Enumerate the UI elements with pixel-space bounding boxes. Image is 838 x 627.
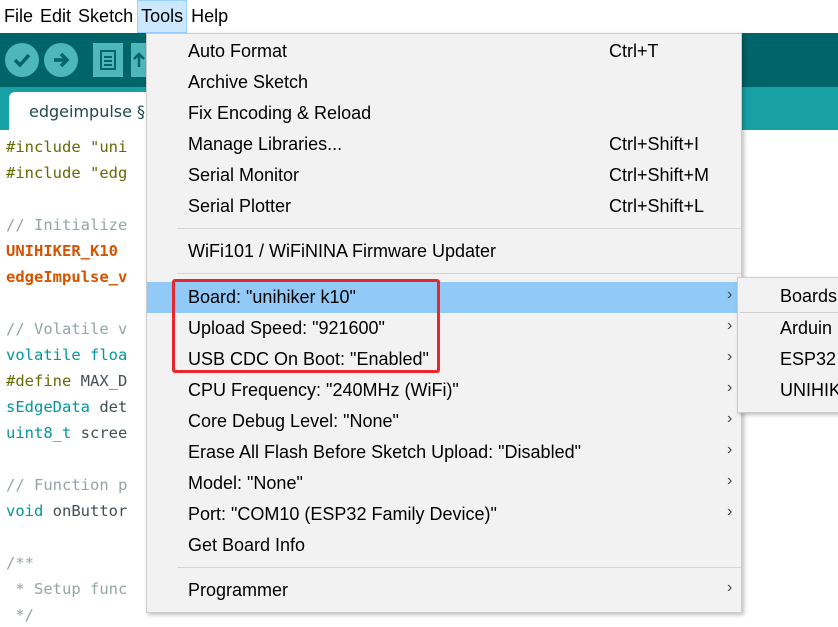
menu-item-label: Serial Plotter [188,196,292,216]
menu-separator [177,228,741,229]
tab-label: edgeimpulse § [29,102,146,121]
chevron-right-icon: › [727,472,733,489]
menu-item-label: Manage Libraries... [188,134,343,154]
upload-button[interactable] [44,43,78,77]
document-icon [100,50,116,70]
menu-edit[interactable]: Edit [37,0,74,33]
chevron-right-icon: › [727,348,733,365]
arrow-up-icon [132,52,145,67]
code-line: /** [6,554,34,572]
code-keyword: uint8_t [6,424,72,442]
menu-item-label: Model: "None" [188,473,303,493]
menu-item-label: Upload Speed: "921600" [188,318,385,338]
chevron-right-icon: › [727,286,733,303]
menu-separator [177,567,741,568]
menu-item-label: Programmer [188,580,289,600]
chevron-right-icon: › [727,317,733,334]
tab-edgeimpulse[interactable]: edgeimpulse § [9,92,169,130]
code-line: edgeImpulse_v [6,268,128,286]
board-submenu: Boards Arduin ESP32 UNIHIK [737,277,838,413]
submenu-item-esp32[interactable]: ESP32 [780,349,836,370]
menu-item-port[interactable]: Port: "COM10 (ESP32 Family Device)" › [147,499,741,530]
menu-item-shortcut: Ctrl+Shift+L [609,196,705,216]
submenu-item-boards-manager[interactable]: Boards [780,286,837,307]
menu-item-programmer[interactable]: Programmer › [147,575,741,606]
code-keyword: void [6,502,44,520]
new-sketch-button[interactable] [93,43,123,77]
menu-separator [177,273,741,274]
code-line: volatile floa [6,343,127,367]
code-line: void onButtor [6,499,127,523]
menu-item-fix-encoding[interactable]: Fix Encoding & Reload [147,98,741,129]
menu-help[interactable]: Help [188,0,231,33]
menu-item-shortcut: Ctrl+T [609,41,659,61]
code-line: // Function p [6,476,128,494]
menu-item-label: Port: "COM10 (ESP32 Family Device)" [188,504,497,524]
code-line: * Setup func [6,580,128,598]
menu-item-core-debug-level[interactable]: Core Debug Level: "None" › [147,406,741,437]
code-line: */ [6,606,34,624]
chevron-right-icon: › [727,503,733,520]
checkmark-icon [13,53,31,68]
menu-item-serial-monitor[interactable]: Serial Monitor Ctrl+Shift+M [147,160,741,191]
chevron-right-icon: › [727,579,733,596]
code-keyword: volatile [6,346,81,364]
menu-separator [740,312,838,313]
menu-item-label: Fix Encoding & Reload [188,103,372,123]
menu-sketch[interactable]: Sketch [75,0,136,33]
menu-item-usb-cdc[interactable]: USB CDC On Boot: "Enabled" › [147,344,741,375]
menu-item-label: Archive Sketch [188,72,309,92]
menu-item-model[interactable]: Model: "None" › [147,468,741,499]
code-line: uint8_t scree [6,421,127,445]
menu-item-auto-format[interactable]: Auto Format Ctrl+T [147,36,741,67]
menu-item-label: Auto Format [188,41,288,61]
menu-item-cpu-frequency[interactable]: CPU Frequency: "240MHz (WiFi)" › [147,375,741,406]
chevron-right-icon: › [727,379,733,396]
menu-file[interactable]: File [1,0,36,33]
menu-item-upload-speed[interactable]: Upload Speed: "921600" › [147,313,741,344]
code-keyword: #define [6,372,72,390]
code-text: floa [80,346,128,364]
code-text: onButtor [43,502,128,520]
chevron-right-icon: › [727,441,733,458]
menu-tools[interactable]: Tools [137,0,188,33]
verify-button[interactable] [5,43,39,77]
menu-item-label: Erase All Flash Before Sketch Upload: "D… [188,442,581,462]
menu-bar: File Edit Sketch Tools Help [0,0,838,33]
menu-item-serial-plotter[interactable]: Serial Plotter Ctrl+Shift+L [147,191,741,222]
menu-item-label: CPU Frequency: "240MHz (WiFi)" [188,380,459,400]
code-line: UNIHIKER_K10 [6,242,118,260]
code-text: scree [71,424,128,442]
submenu-item-arduino[interactable]: Arduin [780,318,832,339]
code-text: det [90,398,128,416]
menu-item-manage-libraries[interactable]: Manage Libraries... Ctrl+Shift+I [147,129,741,160]
menu-item-label: Board: "unihiker k10" [188,287,356,307]
menu-item-archive-sketch[interactable]: Archive Sketch [147,67,741,98]
menu-item-board[interactable]: Board: "unihiker k10" › [147,282,741,313]
arrow-right-icon [54,52,70,68]
menu-item-label: Serial Monitor [188,165,300,185]
menu-item-label: USB CDC On Boot: "Enabled" [188,349,429,369]
code-line: sEdgeData det [6,395,127,419]
menu-item-shortcut: Ctrl+Shift+I [609,134,700,154]
menu-item-label: Get Board Info [188,535,306,555]
code-line: #include "edg [6,164,128,182]
code-line: // Volatile v [6,320,128,338]
menu-item-label: Core Debug Level: "None" [188,411,399,431]
code-line: // Initialize [6,216,128,234]
menu-item-firmware-updater[interactable]: WiFi101 / WiFiNINA Firmware Updater [147,236,741,267]
menu-item-erase-flash[interactable]: Erase All Flash Before Sketch Upload: "D… [147,437,741,468]
code-line: #include "uni [6,138,128,156]
menu-item-get-board-info[interactable]: Get Board Info [147,530,741,561]
code-line: #define MAX_D [6,369,127,393]
menu-item-shortcut: Ctrl+Shift+M [609,165,710,185]
code-text: MAX_D [71,372,128,390]
tools-dropdown-menu: Auto Format Ctrl+T Archive Sketch Fix En… [146,33,742,613]
code-keyword: sEdgeData [6,398,90,416]
submenu-item-unihiker[interactable]: UNIHIK [780,380,838,401]
chevron-right-icon: › [727,410,733,427]
menu-item-label: WiFi101 / WiFiNINA Firmware Updater [188,241,497,261]
open-sketch-button[interactable] [131,43,146,77]
